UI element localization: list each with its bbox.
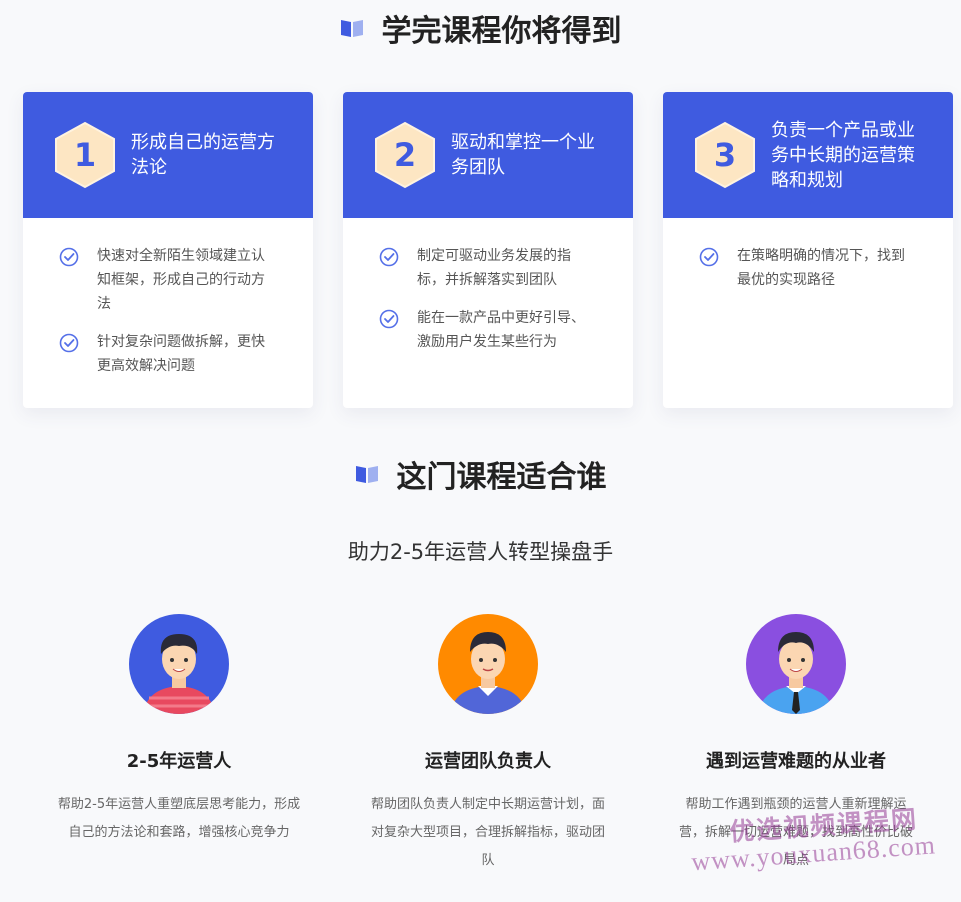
list-item: 快速对全新陌生领域建立认知框架，形成自己的行动方法 [59,244,283,316]
section-subtitle: 助力2-5年运营人转型操盘手 [347,540,614,564]
book-icon [340,20,363,37]
card-header: 1 形成自己的运营方法论 [23,92,313,218]
list-item-text: 针对复杂问题做拆解，更快更高效解决问题 [97,334,265,374]
persona-card: 运营团队负责人 帮助团队负责人制定中长期运营计划，面对复杂大型项目，合理拆解指标… [358,614,618,875]
list-item: 能在一款产品中更好引导、激励用户发生某些行为 [379,306,603,354]
section-title-outcomes: 学完课程你将得到 [0,6,961,50]
check-circle-icon [379,309,399,329]
card-title: 形成自己的运营方法论 [131,132,275,178]
outcome-card: 1 形成自己的运营方法论 快速对全新陌生领域建立认知框架，形成自己的行动方法 针… [23,92,313,408]
card-title: 驱动和掌控一个业务团队 [451,132,595,178]
list-item: 针对复杂问题做拆解，更快更高效解决问题 [59,330,283,378]
card-number: 1 [73,136,97,174]
book-icon [355,466,378,483]
outcome-card: 2 驱动和掌控一个业务团队 制定可驱动业务发展的指标，并拆解落实到团队 能在一款… [343,92,633,408]
check-circle-icon [59,247,79,267]
list-item: 制定可驱动业务发展的指标，并拆解落实到团队 [379,244,603,292]
list-item-text: 在策略明确的情况下，找到最优的实现路径 [737,248,905,288]
section-title-text: 学完课程你将得到 [381,14,622,49]
check-circle-icon [379,247,399,267]
hexagon-number-badge: 1 [53,121,117,189]
persona-card: 2-5年运营人 帮助2-5年运营人重塑底层思考能力，形成自己的方法论和套路，增强… [49,614,309,847]
card-number: 2 [393,136,417,174]
check-circle-icon [59,333,79,353]
hexagon-number-badge: 2 [373,121,437,189]
section-title-text: 这门课程适合谁 [396,460,607,495]
outcome-cards: 1 形成自己的运营方法论 快速对全新陌生领域建立认知框架，形成自己的行动方法 针… [23,92,953,408]
list-item: 在策略明确的情况下，找到最优的实现路径 [699,244,923,292]
check-circle-icon [699,247,719,267]
avatar [746,614,846,714]
list-item-text: 制定可驱动业务发展的指标，并拆解落实到团队 [417,248,571,288]
card-header: 2 驱动和掌控一个业务团队 [343,92,633,218]
card-title: 负责一个产品或业务中长期的运营策略和规划 [771,119,915,191]
persona-name: 遇到运营难题的从业者 [706,751,886,772]
section-title-audience: 这门课程适合谁 [0,452,961,496]
avatar [129,614,229,714]
persona-name: 运营团队负责人 [425,751,551,772]
persona-description: 帮助2-5年运营人重塑底层思考能力，形成自己的方法论和套路，增强核心竞争力 [57,797,301,840]
hexagon-number-badge: 3 [693,121,757,189]
outcome-card: 3 负责一个产品或业务中长期的运营策略和规划 在策略明确的情况下，找到最优的实现… [663,92,953,408]
avatar [438,614,538,714]
persona-description: 帮助团队负责人制定中长期运营计划，面对复杂大型项目，合理拆解指标，驱动团队 [370,797,605,868]
persona-name: 2-5年运营人 [126,751,232,772]
card-header: 3 负责一个产品或业务中长期的运营策略和规划 [663,92,953,218]
card-number: 3 [713,136,737,174]
list-item-text: 能在一款产品中更好引导、激励用户发生某些行为 [417,310,585,350]
list-item-text: 快速对全新陌生领域建立认知框架，形成自己的行动方法 [97,248,265,312]
